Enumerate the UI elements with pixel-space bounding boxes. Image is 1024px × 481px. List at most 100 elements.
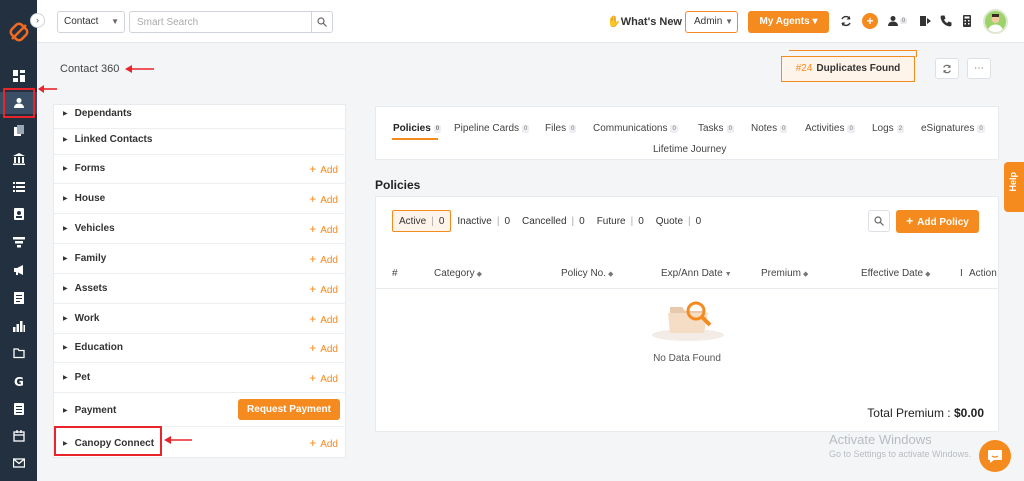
copy-icon[interactable] <box>0 120 37 142</box>
smart-search-input[interactable] <box>129 11 311 33</box>
institution-icon[interactable] <box>0 148 37 170</box>
section-education[interactable]: ▶ Education + Add <box>54 333 346 363</box>
tab-notes[interactable]: Notes 0 <box>751 123 788 134</box>
section-pet[interactable]: ▶ Pet + Add <box>54 363 346 393</box>
filter-cancelled[interactable]: Cancelled | 0 <box>516 210 591 232</box>
filter-inactive[interactable]: Inactive | 0 <box>451 210 516 232</box>
module-select[interactable]: Contact ▼ <box>57 11 125 33</box>
whats-new-link[interactable]: ✋What's New <box>607 15 682 28</box>
column-header-effective-date[interactable]: Effective Date ◆ <box>861 268 930 279</box>
add-family-button[interactable]: + Add <box>309 252 338 266</box>
add-canopy-connect-button[interactable]: + Add <box>309 436 338 450</box>
filter-count: 0 <box>504 215 511 227</box>
section-work[interactable]: ▶ Work + Add <box>54 304 346 334</box>
funnel-icon[interactable] <box>0 231 37 253</box>
add-pet-button[interactable]: + Add <box>309 371 338 385</box>
section-assets[interactable]: ▶ Assets + Add <box>54 274 346 304</box>
title-annotation-arrow <box>125 65 154 73</box>
quick-add-button[interactable]: + <box>862 13 878 29</box>
section-forms[interactable]: ▶ Forms + Add <box>54 154 346 184</box>
filter-future[interactable]: Future | 0 <box>591 210 650 232</box>
more-options-button[interactable]: ⋯ <box>967 58 991 79</box>
tab-label: Tasks <box>698 123 724 134</box>
dashboard-icon[interactable] <box>0 65 37 87</box>
tab-count: 2 <box>896 125 905 133</box>
logout-icon[interactable] <box>918 13 934 29</box>
add-policy-button[interactable]: + Add Policy <box>896 210 979 233</box>
role-select-value: Admin <box>694 16 723 27</box>
my-agents-button[interactable]: My Agents ▾ <box>748 11 829 33</box>
tab-lifetime-journey[interactable]: Lifetime Journey <box>653 144 726 155</box>
policies-table-header: # Category ◆ Policy No. ◆ Exp/Ann Date ▼ Pr… <box>376 257 998 289</box>
tab-count: 0 <box>670 125 678 133</box>
tab-policies[interactable]: Policies 0 <box>393 123 442 134</box>
id-card-icon[interactable] <box>0 203 37 225</box>
chat-button[interactable] <box>979 440 1011 472</box>
search-button[interactable] <box>311 11 333 33</box>
megaphone-icon[interactable] <box>0 259 37 281</box>
role-select[interactable]: Admin ▼ <box>685 11 738 33</box>
tab-activities[interactable]: Activities 0 <box>805 123 855 134</box>
filter-active[interactable]: Active | 0 <box>392 210 452 232</box>
request-payment-button[interactable]: Request Payment <box>238 399 340 420</box>
top-bar: Contact ▼ ✋What's New Admin ▼ My Agents … <box>37 0 1024 43</box>
column-header-category[interactable]: Category ◆ <box>434 268 482 279</box>
refresh-icon[interactable] <box>838 13 854 29</box>
section-house[interactable]: ▶ House + Add <box>54 184 346 214</box>
sort-icon: ◆ <box>476 271 482 278</box>
section-payment[interactable]: ▶ Payment Request Payment <box>54 395 346 427</box>
help-tab[interactable]: Help <box>1004 162 1024 212</box>
column-header-premium[interactable]: Premium ◆ <box>761 268 808 279</box>
filter-quote[interactable]: Quote | 0 <box>650 210 707 232</box>
module-select-value: Contact <box>64 16 99 27</box>
app-logo[interactable] <box>8 21 30 43</box>
tab-pipeline-cards[interactable]: Pipeline Cards 0 <box>454 123 530 134</box>
section-label: Vehicles <box>74 223 115 234</box>
refresh-button[interactable] <box>935 58 959 79</box>
section-linked-contacts[interactable]: ▶ Linked Contacts <box>54 125 346 155</box>
chevron-down-icon: ▼ <box>111 17 119 26</box>
sidebar-collapse-button[interactable]: › <box>30 13 45 28</box>
section-label: Pet <box>74 372 91 383</box>
my-agents-label: My Agents <box>759 16 810 27</box>
phone-icon[interactable] <box>938 13 954 29</box>
column-header-exp-date[interactable]: Exp/Ann Date ▼ <box>661 268 732 279</box>
tab-label: Policies <box>393 123 431 134</box>
add-work-button[interactable]: + Add <box>309 312 338 326</box>
tab-logs[interactable]: Logs 2 <box>872 123 905 134</box>
column-header-policy-no[interactable]: Policy No. ◆ <box>561 268 613 279</box>
add-forms-button[interactable]: + Add <box>309 162 338 176</box>
tab-count: 0 <box>569 125 577 133</box>
policy-search-button[interactable] <box>868 210 890 232</box>
tab-esignatures[interactable]: eSignatures 0 <box>921 123 985 134</box>
bar-chart-icon[interactable] <box>0 315 37 337</box>
list-icon[interactable] <box>0 176 37 198</box>
filter-label: Future <box>596 215 626 227</box>
document-icon[interactable] <box>0 287 37 309</box>
add-label: Add <box>320 439 338 450</box>
section-family[interactable]: ▶ Family + Add <box>54 244 346 274</box>
tab-files[interactable]: Files 0 <box>545 123 577 134</box>
user-avatar[interactable] <box>983 9 1008 34</box>
caret-right-icon: ▶ <box>63 408 68 414</box>
add-vehicles-button[interactable]: + Add <box>309 222 338 236</box>
tab-communications[interactable]: Communications 0 <box>593 123 678 134</box>
tab-label: Notes <box>751 123 778 134</box>
tab-tasks[interactable]: Tasks 0 <box>698 123 734 134</box>
duplicates-found-badge[interactable]: #24 Duplicates Found <box>781 56 915 82</box>
user-icon[interactable]: 0 <box>886 13 908 29</box>
calendar-icon[interactable] <box>0 425 37 447</box>
caret-right-icon: ▶ <box>63 196 68 202</box>
add-education-button[interactable]: + Add <box>309 341 338 355</box>
empty-state-text: No Data Found <box>653 353 721 364</box>
add-assets-button[interactable]: + Add <box>309 282 338 296</box>
folder-icon[interactable] <box>0 342 37 364</box>
notepad-icon[interactable] <box>0 398 37 420</box>
add-house-button[interactable]: + Add <box>309 192 338 206</box>
calculator-icon[interactable] <box>959 13 975 29</box>
google-icon[interactable]: G <box>0 370 37 392</box>
section-vehicles[interactable]: ▶ Vehicles + Add <box>54 214 346 244</box>
mail-icon[interactable] <box>0 452 37 474</box>
section-label: House <box>74 193 106 204</box>
add-policy-label: Add Policy <box>917 217 969 228</box>
